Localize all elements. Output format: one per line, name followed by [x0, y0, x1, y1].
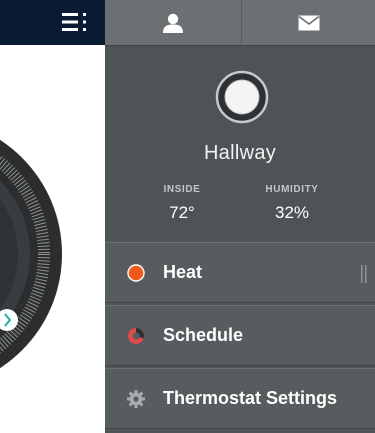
menu-item-label: Thermostat Settings — [163, 388, 338, 408]
drag-handle-icon[interactable] — [360, 265, 370, 283]
mail-icon — [298, 15, 319, 30]
profile-button[interactable] — [105, 0, 241, 45]
schedule-icon — [128, 328, 145, 344]
device-summary[interactable]: Hallway INSIDE 72° HUMIDITY 32% — [105, 46, 375, 241]
gear-icon — [127, 390, 145, 408]
menu-item-label: Heat — [163, 262, 203, 282]
panel-top-bar — [105, 0, 375, 46]
app-top-bar — [0, 0, 105, 45]
menu-item-heat[interactable]: Heat — [105, 242, 375, 303]
menu-list-icon[interactable] — [62, 12, 88, 32]
inside-label: INSIDE — [163, 184, 201, 195]
device-name: Hallway — [203, 142, 277, 164]
inside-temperature: 72° — [169, 203, 195, 222]
menu-item-schedule[interactable]: Schedule — [105, 305, 375, 366]
heat-dot-icon — [127, 264, 145, 282]
mail-button[interactable] — [242, 0, 375, 45]
thermostat-app-background — [0, 0, 105, 433]
humidity-label: HUMIDITY — [265, 184, 319, 195]
user-icon — [163, 13, 183, 33]
menu-item-label: Schedule — [163, 325, 244, 345]
thermostat-ring-icon — [215, 70, 269, 124]
thermostat-dial[interactable] — [0, 118, 62, 390]
humidity-value: 32% — [274, 203, 310, 222]
side-panel: Hallway INSIDE 72° HUMIDITY 32% Heat Sch… — [105, 0, 375, 433]
menu-item-thermostat-settings[interactable]: Thermostat Settings — [105, 368, 375, 429]
